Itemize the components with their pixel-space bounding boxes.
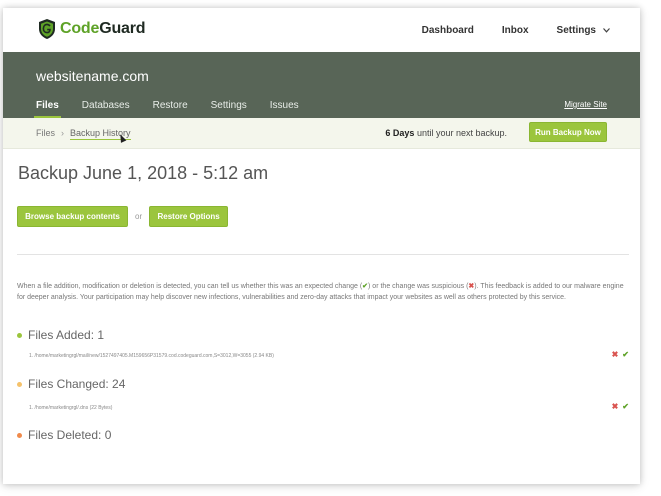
- nav-settings-menu[interactable]: Settings: [557, 25, 610, 36]
- files-deleted-heading: Files Deleted: 0: [17, 428, 111, 442]
- migrate-site-link[interactable]: Migrate Site: [564, 100, 607, 109]
- next-backup-notice: 6 Days until your next backup.: [385, 128, 507, 138]
- yellow-dot-icon: [17, 381, 22, 387]
- mark-suspicious-icon[interactable]: ✖: [612, 402, 619, 411]
- files-added-item: 1. /home/marketingrgl/mail/new/152749740…: [29, 353, 274, 359]
- feedback-info-text: When a file addition, modification or de…: [17, 281, 629, 303]
- tab-databases[interactable]: Databases: [82, 100, 130, 117]
- files-added-feedback: ✖ ✔: [612, 350, 629, 359]
- brand-name-part1: Code: [60, 20, 100, 37]
- tab-settings[interactable]: Settings: [211, 100, 247, 117]
- files-changed-item: 1. /home/marketingrgl/.dns (22 Bytes): [29, 405, 113, 411]
- top-bar: CodeGuard Dashboard Inbox Settings: [3, 8, 640, 52]
- browse-backup-contents-button[interactable]: Browse backup contents: [17, 206, 128, 227]
- info-text-part2: ) or the change was suspicious (: [368, 283, 469, 290]
- site-header: websitename.com Files Databases Restore …: [3, 52, 640, 119]
- or-label: or: [135, 212, 143, 221]
- app-window: CodeGuard Dashboard Inbox Settings websi…: [3, 8, 640, 484]
- green-dot-icon: [17, 332, 22, 338]
- files-deleted-title: Files Deleted: 0: [28, 428, 112, 442]
- tab-restore[interactable]: Restore: [153, 100, 188, 117]
- page-title: Backup June 1, 2018 - 5:12 am: [18, 163, 269, 183]
- brand-name-part2: Guard: [99, 20, 146, 37]
- brand-name: CodeGuard: [60, 20, 146, 38]
- nav-inbox[interactable]: Inbox: [502, 25, 529, 36]
- top-nav: Dashboard Inbox Settings: [394, 25, 610, 36]
- files-changed-heading: Files Changed: 24: [17, 377, 125, 391]
- tab-files[interactable]: Files: [34, 100, 61, 119]
- mark-expected-icon[interactable]: ✔: [622, 402, 629, 411]
- files-added-heading: Files Added: 1: [17, 328, 104, 342]
- next-backup-days: 6 Days: [385, 128, 415, 138]
- run-backup-now-button[interactable]: Run Backup Now: [529, 122, 607, 142]
- codeguard-logo[interactable]: CodeGuard: [37, 18, 146, 40]
- site-name: websitename.com: [36, 68, 149, 84]
- breadcrumb: Files › Backup History: [36, 128, 131, 140]
- section-divider: [17, 254, 629, 255]
- tab-issues[interactable]: Issues: [270, 100, 299, 117]
- chevron-down-icon: [603, 28, 610, 33]
- info-text-part1: When a file addition, modification or de…: [17, 283, 363, 290]
- next-backup-text: until your next backup.: [414, 128, 507, 138]
- nav-dashboard[interactable]: Dashboard: [422, 25, 474, 36]
- breadcrumb-files[interactable]: Files: [36, 128, 55, 138]
- restore-options-button[interactable]: Restore Options: [149, 206, 229, 227]
- files-changed-title: Files Changed: 24: [28, 377, 126, 391]
- site-tabs: Files Databases Restore Settings Issues: [34, 100, 322, 119]
- backup-actions: Browse backup contents or Restore Option…: [17, 206, 229, 227]
- mark-expected-icon[interactable]: ✔: [622, 350, 629, 359]
- nav-settings-label: Settings: [556, 25, 596, 36]
- orange-dot-icon: [17, 432, 22, 438]
- mark-suspicious-icon[interactable]: ✖: [612, 350, 619, 359]
- files-changed-feedback: ✖ ✔: [612, 402, 629, 411]
- shield-logo-icon: [39, 19, 55, 39]
- breadcrumb-bar: Files › Backup History 6 Days until your n…: [3, 118, 640, 149]
- breadcrumb-separator: ›: [61, 128, 65, 138]
- files-added-title: Files Added: 1: [28, 328, 105, 342]
